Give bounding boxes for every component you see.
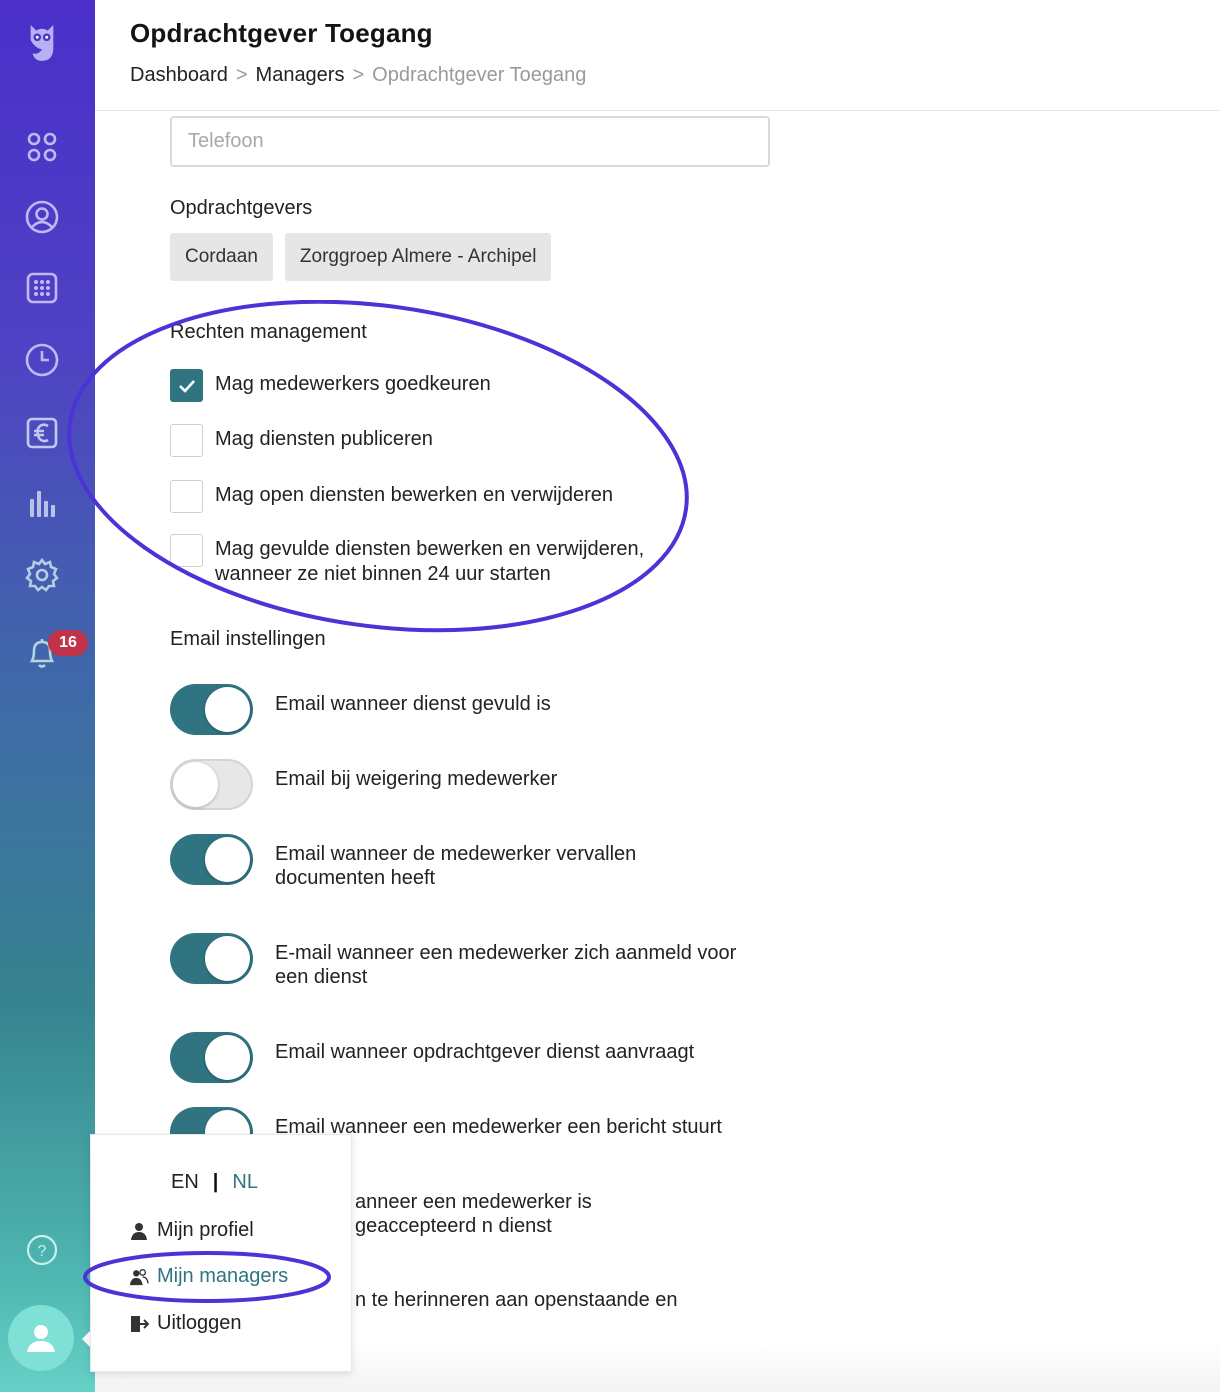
rights-item-approve: Mag medewerkers goedkeuren [170,369,491,402]
lang-en[interactable]: EN [171,1171,199,1194]
breadcrumb-dashboard[interactable]: Dashboard [130,64,228,87]
toggle-switch[interactable] [170,933,253,984]
help-icon[interactable]: ? [22,1230,62,1270]
toggle-label: Email wanneer dienst gevuld is [275,693,551,715]
toggle-switch[interactable] [170,684,253,735]
toggle-label: E-mail wanneer een medewerker zich aanme… [275,942,737,988]
toggle-label: Email bij weigering medewerker [275,768,558,790]
menu-item-label: Mijn profiel [157,1219,254,1241]
toggle-switch[interactable] [170,834,253,885]
rights-item-publish: Mag diensten publiceren [170,424,433,457]
rights-item-edit-open: Mag open diensten bewerken en verwijdere… [170,480,613,513]
checkbox-edit-filled[interactable] [170,534,203,567]
settings-icon[interactable] [22,555,62,595]
lang-nl[interactable]: NL [232,1171,258,1194]
checkbox-label: Mag gevulde diensten bewerken en verwijd… [215,538,645,585]
menu-item-profile[interactable]: Mijn profiel [129,1219,254,1242]
rights-section-title: Rechten management [170,321,367,343]
phone-input[interactable] [170,116,770,167]
profile-icon[interactable] [22,197,62,237]
breadcrumb-separator: > [352,64,365,86]
menu-item-label: Mijn managers [157,1265,289,1287]
toggle-knob [205,936,250,981]
client-tag[interactable]: Zorggroep Almere - Archipel [284,233,552,281]
email-setting-row: Email wanneer opdrachtgever dienst aanvr… [170,1032,775,1083]
toggle-switch[interactable] [170,759,253,810]
page-title: Opdrachtgever Toegang [130,18,433,48]
toggle-knob [205,1035,250,1080]
breadcrumb-managers[interactable]: Managers [256,64,345,87]
breadcrumb-current: Opdrachtgever Toegang [372,64,587,86]
toggle-label: Email wanneer opdrachtgever dienst aanvr… [275,1041,695,1063]
menu-item-logout[interactable]: Uitloggen [129,1312,242,1335]
email-setting-row: Email bij weigering medewerker [170,759,775,810]
language-switcher: EN | NL [171,1171,258,1194]
person-icon [131,1222,147,1240]
dashboard-icon[interactable] [22,127,62,167]
toggle-knob [173,762,218,807]
clients-tags: Cordaan Zorggroep Almere - Archipel [170,233,552,281]
euro-icon[interactable] [22,413,62,453]
page-header: Opdrachtgever Toegang Dashboard > Manage… [95,0,1220,111]
user-menu-popup: EN | NL Mijn profiel Mijn managers Uitlo… [90,1134,352,1372]
rights-item-edit-filled: Mag gevulde diensten bewerken en verwijd… [170,534,695,587]
checkmark-icon [178,379,195,393]
calendar-icon[interactable] [22,268,62,308]
email-setting-row: E-mail wanneer een medewerker zich aanme… [170,933,775,989]
email-section-title: Email instellingen [170,628,326,650]
email-setting-row: Email wanneer de medewerker vervallen do… [170,834,695,890]
client-tag[interactable]: Cordaan [170,233,273,281]
checkbox-approve[interactable] [170,369,203,402]
checkbox-edit-open[interactable] [170,480,203,513]
logout-icon [131,1315,149,1332]
owl-logo-icon[interactable] [22,22,62,62]
toggle-knob [205,837,250,882]
notification-badge: 16 [48,630,88,656]
checkbox-label: Mag diensten publiceren [215,428,433,450]
svg-text:?: ? [38,1243,47,1260]
stats-icon[interactable] [22,483,62,523]
toggle-label: Email wanneer de medewerker vervallen do… [275,843,637,889]
user-avatar-button[interactable] [8,1305,74,1371]
clients-label: Opdrachtgevers [170,197,313,219]
toggle-knob [205,687,250,732]
menu-item-label: Uitloggen [157,1312,242,1334]
checkbox-publish[interactable] [170,424,203,457]
email-setting-row: Email wanneer dienst gevuld is [170,684,775,735]
lang-separator: | [212,1171,219,1193]
breadcrumb: Dashboard > Managers > Opdrachtgever Toe… [130,64,586,87]
menu-item-managers[interactable]: Mijn managers [129,1265,288,1288]
sidebar: 16 ? [0,0,95,1392]
people-icon [129,1268,149,1285]
clock-icon[interactable] [22,340,62,380]
checkbox-label: Mag medewerkers goedkeuren [215,373,491,395]
breadcrumb-separator: > [235,64,248,86]
checkbox-label: Mag open diensten bewerken en verwijdere… [215,484,614,506]
user-avatar-icon [27,1325,55,1352]
toggle-switch[interactable] [170,1032,253,1083]
